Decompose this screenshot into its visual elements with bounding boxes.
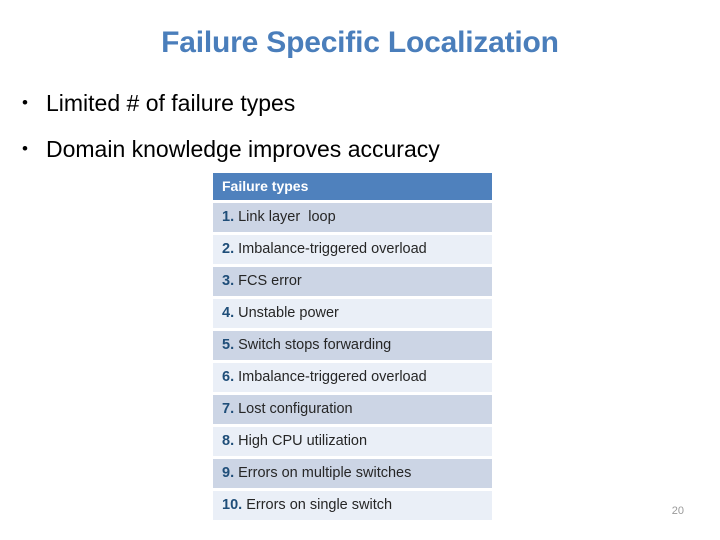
table-row-number: 2.: [222, 241, 235, 257]
table-row-number: 4.: [222, 305, 235, 321]
table-row-number: 3.: [222, 273, 235, 289]
slide-canvas: Failure Specific Localization • Limited …: [0, 0, 720, 540]
table-row: 6. Imbalance-triggered overload: [213, 363, 492, 392]
bullet-item-2-label: Domain knowledge improves accuracy: [46, 136, 440, 162]
table-row-label: Unstable power: [234, 305, 339, 321]
table-row-label: FCS error: [234, 273, 302, 289]
table-row-label: Errors on multiple switches: [234, 465, 412, 481]
table-row-label: Imbalance-triggered overload: [234, 241, 427, 257]
page-title: Failure Specific Localization: [161, 26, 559, 59]
table-row-label: Errors on single switch: [242, 497, 393, 513]
table-row-label: Link layer loop: [234, 209, 336, 225]
table-row: 8. High CPU utilization: [213, 427, 492, 456]
table-column-header-failure-types: Failure types: [213, 173, 492, 200]
bullet-item-1-label: Limited # of failure types: [46, 90, 296, 116]
table-row-label: High CPU utilization: [234, 433, 368, 449]
table-row-number: 7.: [222, 401, 235, 417]
table-row: 1. Link layer loop: [213, 203, 492, 232]
table-row: 3. FCS error: [213, 267, 492, 296]
table-row-label: Switch stops forwarding: [234, 337, 392, 353]
table-row: 2. Imbalance-triggered overload: [213, 235, 492, 264]
slide-page-number: 20: [671, 505, 684, 517]
table-row-number: 10.: [222, 497, 243, 513]
table-row: 10. Errors on single switch: [213, 491, 492, 520]
table-row-number: 9.: [222, 465, 235, 481]
table-row-number: 5.: [222, 337, 235, 353]
bullet-list: • Limited # of failure types • Domain kn…: [14, 80, 694, 172]
failure-types-table: Failure types 1. Link layer loop 2. Imba…: [213, 173, 492, 520]
table-row: 5. Switch stops forwarding: [213, 331, 492, 360]
bullet-dot-icon: •: [22, 93, 28, 112]
table-row-number: 1.: [222, 209, 235, 225]
bullet-item-1: • Limited # of failure types: [14, 80, 694, 126]
table-row-label: Imbalance-triggered overload: [234, 369, 427, 385]
table-row-label: Lost configuration: [234, 401, 353, 417]
bullet-item-2: • Domain knowledge improves accuracy: [14, 126, 694, 172]
table-row-number: 8.: [222, 433, 235, 449]
table-row: 9. Errors on multiple switches: [213, 459, 492, 488]
table-row: 7. Lost configuration: [213, 395, 492, 424]
table-row-number: 6.: [222, 369, 235, 385]
table-row: 4. Unstable power: [213, 299, 492, 328]
bullet-dot-icon: •: [22, 139, 28, 158]
